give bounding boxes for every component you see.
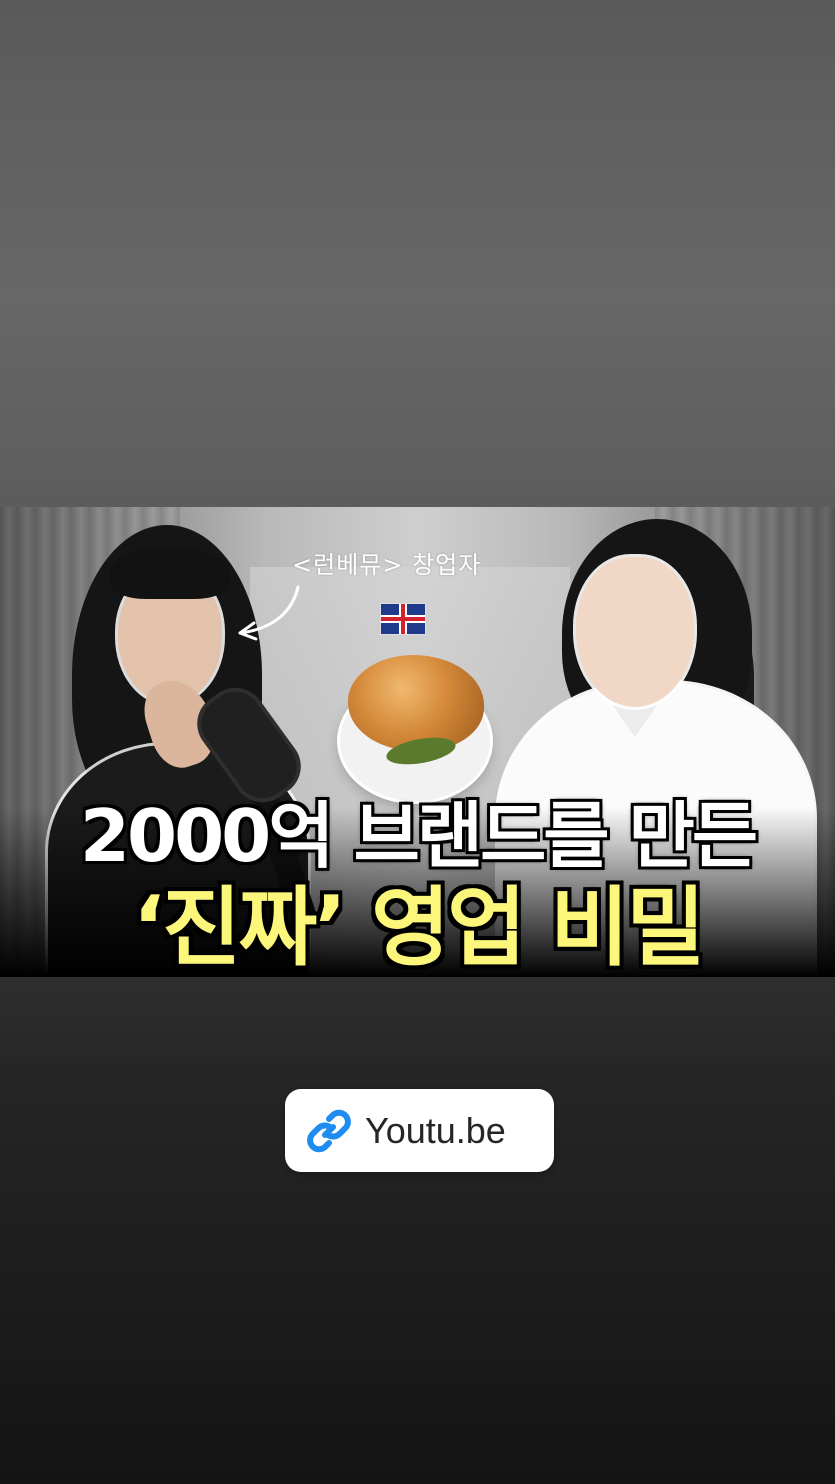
headline-line-2: ‘진짜’ 영업 비밀 — [132, 878, 706, 977]
link-label: Youtu.be — [365, 1109, 506, 1151]
link-sticker[interactable]: Youtu.be — [285, 1089, 554, 1172]
right-person-face — [576, 557, 694, 707]
pastry-plate — [330, 603, 490, 801]
left-person-bangs — [110, 547, 230, 599]
link-icon — [307, 1109, 351, 1152]
curved-arrow-icon — [238, 585, 300, 641]
pastry — [348, 655, 484, 751]
founder-annotation: <런베뮤> 창업자 — [292, 551, 482, 579]
video-thumbnail[interactable]: <런베뮤> 창업자 2000억 브랜드를 만든 ‘진짜’ 영업 비밀 — [0, 507, 835, 977]
union-jack-flag-icon — [380, 603, 426, 635]
